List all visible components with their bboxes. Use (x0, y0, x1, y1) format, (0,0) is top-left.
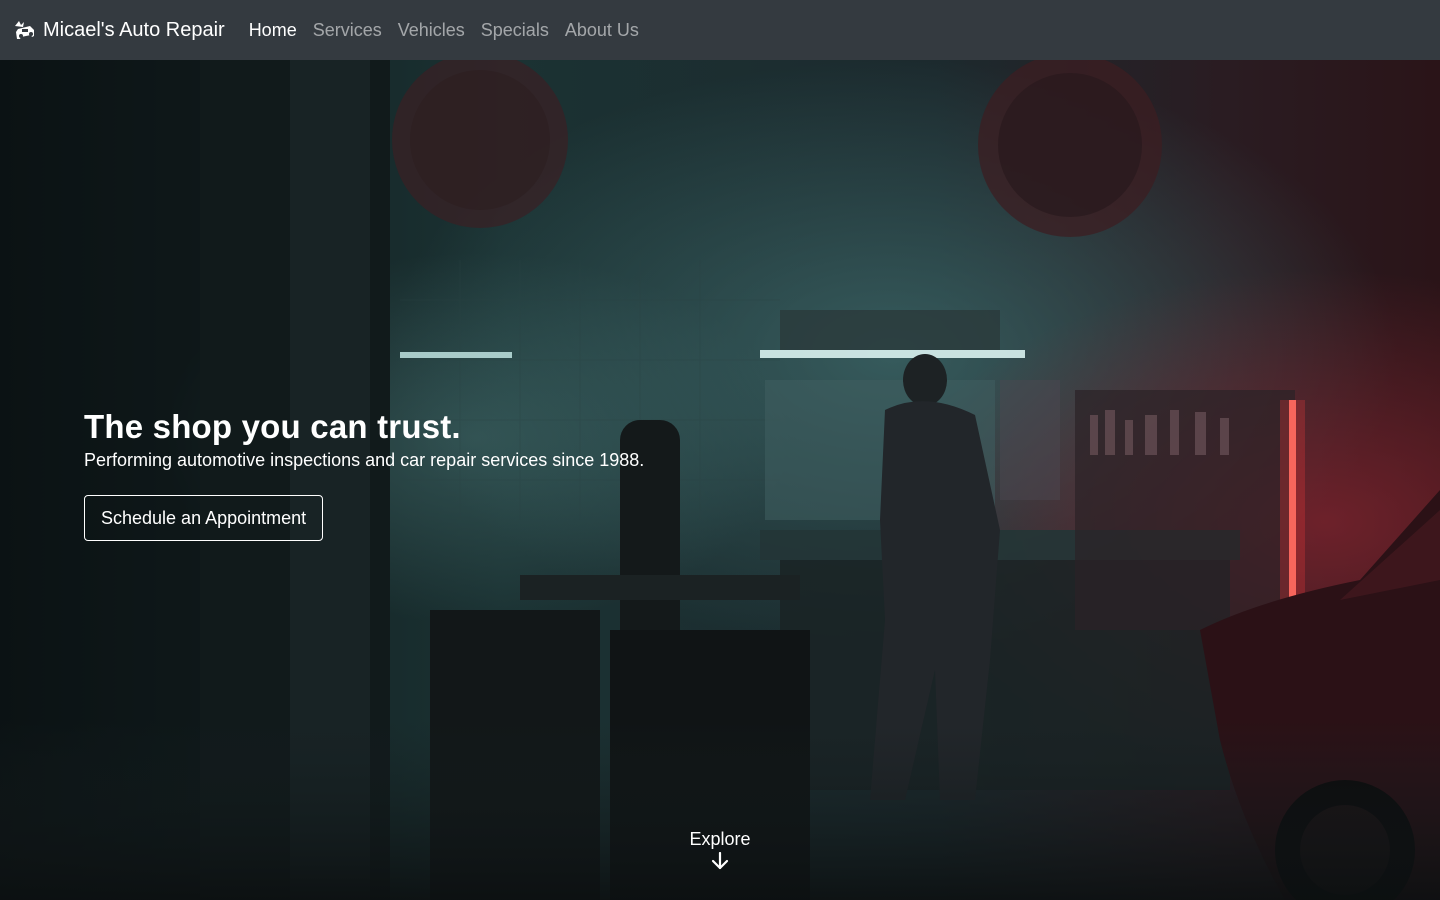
hero-section: The shop you can trust. Performing autom… (0, 60, 1440, 900)
hero-subtitle: Performing automotive inspections and ca… (84, 450, 645, 470)
nav-link-home[interactable]: Home (241, 20, 305, 41)
nav-link-specials[interactable]: Specials (473, 20, 557, 41)
explore-label: Explore (689, 829, 751, 849)
nav-link-about-us[interactable]: About Us (557, 20, 647, 41)
brand-name: Micael's Auto Repair (43, 18, 225, 41)
explore-link[interactable]: Explore (0, 828, 1440, 870)
hero-content: The shop you can trust. Performing autom… (84, 406, 644, 541)
top-navbar: Micael's Auto Repair Home Services Vehic… (0, 0, 1440, 60)
schedule-appointment-button[interactable]: Schedule an Appointment (84, 495, 324, 541)
nav-links: Home Services Vehicles Specials About Us (241, 20, 647, 41)
car-crash-icon (12, 20, 36, 40)
nav-link-vehicles[interactable]: Vehicles (390, 20, 473, 41)
brand-link[interactable]: Micael's Auto Repair (12, 19, 225, 42)
hero-title: The shop you can trust. (84, 408, 461, 445)
arrow-down-icon (711, 852, 729, 870)
nav-link-services[interactable]: Services (305, 20, 390, 41)
